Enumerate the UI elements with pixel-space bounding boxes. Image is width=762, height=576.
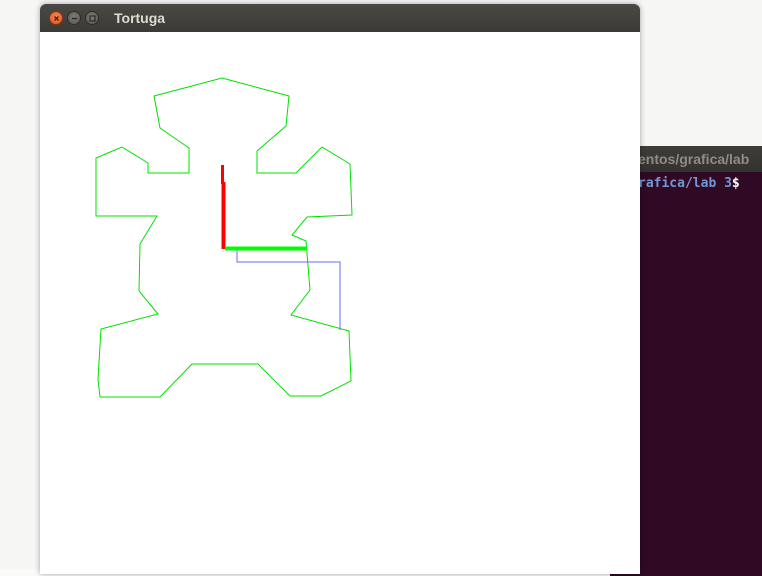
turtle-path [236, 249, 341, 330]
prompt-path: rafica/lab 3 [638, 176, 732, 191]
turtle-drawing [95, 77, 353, 398]
drawing-canvas[interactable] [40, 32, 640, 574]
prompt-symbol: $ [731, 176, 740, 191]
maximize-button[interactable] [85, 11, 99, 25]
terminal-prompt[interactable]: rafica/lab 3$ [638, 176, 740, 191]
desktop: entos/grafica/lab rafica/lab 3$ Tortuga [0, 0, 762, 576]
window-titlebar[interactable]: Tortuga [40, 4, 640, 32]
terminal-title: entos/grafica/lab [638, 151, 750, 167]
maximize-icon [89, 15, 96, 22]
tortuga-window[interactable]: Tortuga [40, 4, 640, 574]
window-title: Tortuga [114, 10, 166, 26]
minimize-icon [72, 17, 77, 20]
close-button[interactable] [49, 11, 63, 25]
minimize-button[interactable] [67, 11, 81, 25]
close-icon [54, 16, 59, 21]
